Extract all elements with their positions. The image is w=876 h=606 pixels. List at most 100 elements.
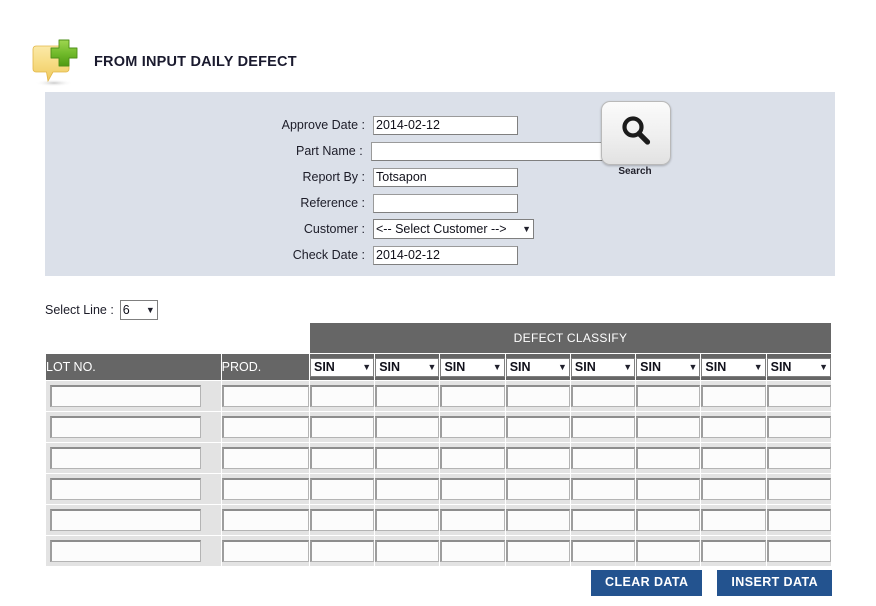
- defect-7-input[interactable]: [701, 509, 765, 531]
- lot-no-input[interactable]: [50, 416, 201, 438]
- defect-2-select[interactable]: SIN ▼: [375, 358, 439, 377]
- defect-1-input[interactable]: [310, 540, 374, 562]
- check-date-input[interactable]: [373, 246, 518, 265]
- defect-6-input[interactable]: [636, 416, 700, 438]
- group-header-spacer: [221, 323, 309, 354]
- lot-no-input[interactable]: [50, 509, 201, 531]
- cell-defect-5: [570, 443, 635, 474]
- search-button[interactable]: [601, 101, 671, 165]
- defect-5-input[interactable]: [571, 416, 635, 438]
- defect-1-input[interactable]: [310, 478, 374, 500]
- defect-6-input[interactable]: [636, 509, 700, 531]
- defect-7-value: SIN: [704, 360, 726, 374]
- defect-4-input[interactable]: [506, 540, 570, 562]
- approve-date-input[interactable]: [373, 116, 518, 135]
- defect-6-select[interactable]: SIN ▼: [636, 358, 700, 377]
- column-header-defect-6: SIN ▼: [636, 354, 701, 381]
- defect-1-input[interactable]: [310, 385, 374, 407]
- defect-2-input[interactable]: [375, 478, 439, 500]
- defect-4-select[interactable]: SIN ▼: [506, 358, 570, 377]
- part-name-input[interactable]: [371, 142, 605, 161]
- defect-5-input[interactable]: [571, 447, 635, 469]
- prod-input[interactable]: [222, 385, 309, 407]
- defect-7-input[interactable]: [701, 478, 765, 500]
- defect-2-input[interactable]: [375, 385, 439, 407]
- defect-8-input[interactable]: [767, 540, 831, 562]
- defect-3-input[interactable]: [440, 478, 504, 500]
- defect-8-input[interactable]: [767, 478, 831, 500]
- defect-3-input[interactable]: [440, 416, 504, 438]
- defect-3-select[interactable]: SIN ▼: [440, 358, 504, 377]
- defect-5-select[interactable]: SIN ▼: [571, 358, 635, 377]
- defect-5-input[interactable]: [571, 385, 635, 407]
- defect-3-input[interactable]: [440, 447, 504, 469]
- prod-input[interactable]: [222, 540, 309, 562]
- table-head: DEFECT CLASSIFY LOT NO. PROD. SIN ▼ SIN …: [46, 323, 832, 381]
- reference-input[interactable]: [373, 194, 518, 213]
- lot-no-input[interactable]: [50, 447, 201, 469]
- defect-2-input[interactable]: [375, 416, 439, 438]
- defect-5-input[interactable]: [571, 540, 635, 562]
- column-header-defect-4: SIN ▼: [505, 354, 570, 381]
- defect-4-input[interactable]: [506, 478, 570, 500]
- defect-6-input[interactable]: [636, 385, 700, 407]
- defect-8-input[interactable]: [767, 447, 831, 469]
- insert-data-button[interactable]: INSERT DATA: [717, 570, 832, 596]
- defect-6-input[interactable]: [636, 447, 700, 469]
- prod-input[interactable]: [222, 509, 309, 531]
- search-criteria-panel: Approve Date : Part Name : Report By : R…: [45, 92, 835, 276]
- chevron-down-icon: ▼: [489, 363, 502, 372]
- report-by-input[interactable]: [373, 168, 518, 187]
- cell-defect-7: [701, 381, 766, 412]
- cell-defect-8: [766, 536, 831, 567]
- cell-prod: [221, 412, 309, 443]
- defect-1-select[interactable]: SIN ▼: [310, 358, 374, 377]
- select-line-control: Select Line : 6 ▼: [45, 299, 158, 321]
- defect-1-input[interactable]: [310, 509, 374, 531]
- prod-input[interactable]: [222, 416, 309, 438]
- defect-8-input[interactable]: [767, 385, 831, 407]
- defect-4-input[interactable]: [506, 447, 570, 469]
- column-header-defect-2: SIN ▼: [375, 354, 440, 381]
- defect-8-input[interactable]: [767, 416, 831, 438]
- defect-7-input[interactable]: [701, 385, 765, 407]
- search-button-label: Search: [601, 166, 669, 177]
- defect-8-value: SIN: [770, 360, 792, 374]
- prod-input[interactable]: [222, 478, 309, 500]
- table-row: [46, 474, 832, 505]
- defect-3-input[interactable]: [440, 509, 504, 531]
- defect-3-input[interactable]: [440, 385, 504, 407]
- defect-4-input[interactable]: [506, 385, 570, 407]
- defect-7-input[interactable]: [701, 447, 765, 469]
- defect-2-input[interactable]: [375, 509, 439, 531]
- cell-defect-6: [636, 381, 701, 412]
- defect-5-input[interactable]: [571, 509, 635, 531]
- clear-data-button[interactable]: CLEAR DATA: [591, 570, 702, 596]
- form-row-customer: Customer : <-- Select Customer --> ▼: [45, 216, 605, 242]
- defect-7-select[interactable]: SIN ▼: [701, 358, 765, 377]
- customer-select[interactable]: <-- Select Customer --> ▼: [373, 219, 534, 239]
- defect-7-input[interactable]: [701, 540, 765, 562]
- defect-8-select[interactable]: SIN ▼: [767, 358, 831, 377]
- lot-no-input[interactable]: [50, 385, 201, 407]
- table-row: [46, 381, 832, 412]
- defect-2-input[interactable]: [375, 447, 439, 469]
- defect-1-input[interactable]: [310, 447, 374, 469]
- defect-7-input[interactable]: [701, 416, 765, 438]
- defect-5-input[interactable]: [571, 478, 635, 500]
- lot-no-input[interactable]: [50, 478, 201, 500]
- defect-entry-table: DEFECT CLASSIFY LOT NO. PROD. SIN ▼ SIN …: [45, 322, 832, 567]
- label-approve-date: Approve Date :: [45, 118, 373, 132]
- lot-no-input[interactable]: [50, 540, 201, 562]
- select-line-dropdown[interactable]: 6 ▼: [120, 300, 158, 320]
- defect-1-input[interactable]: [310, 416, 374, 438]
- prod-input[interactable]: [222, 447, 309, 469]
- cell-defect-2: [375, 474, 440, 505]
- defect-6-input[interactable]: [636, 540, 700, 562]
- defect-3-input[interactable]: [440, 540, 504, 562]
- defect-4-input[interactable]: [506, 416, 570, 438]
- defect-6-input[interactable]: [636, 478, 700, 500]
- defect-4-input[interactable]: [506, 509, 570, 531]
- defect-2-input[interactable]: [375, 540, 439, 562]
- defect-8-input[interactable]: [767, 509, 831, 531]
